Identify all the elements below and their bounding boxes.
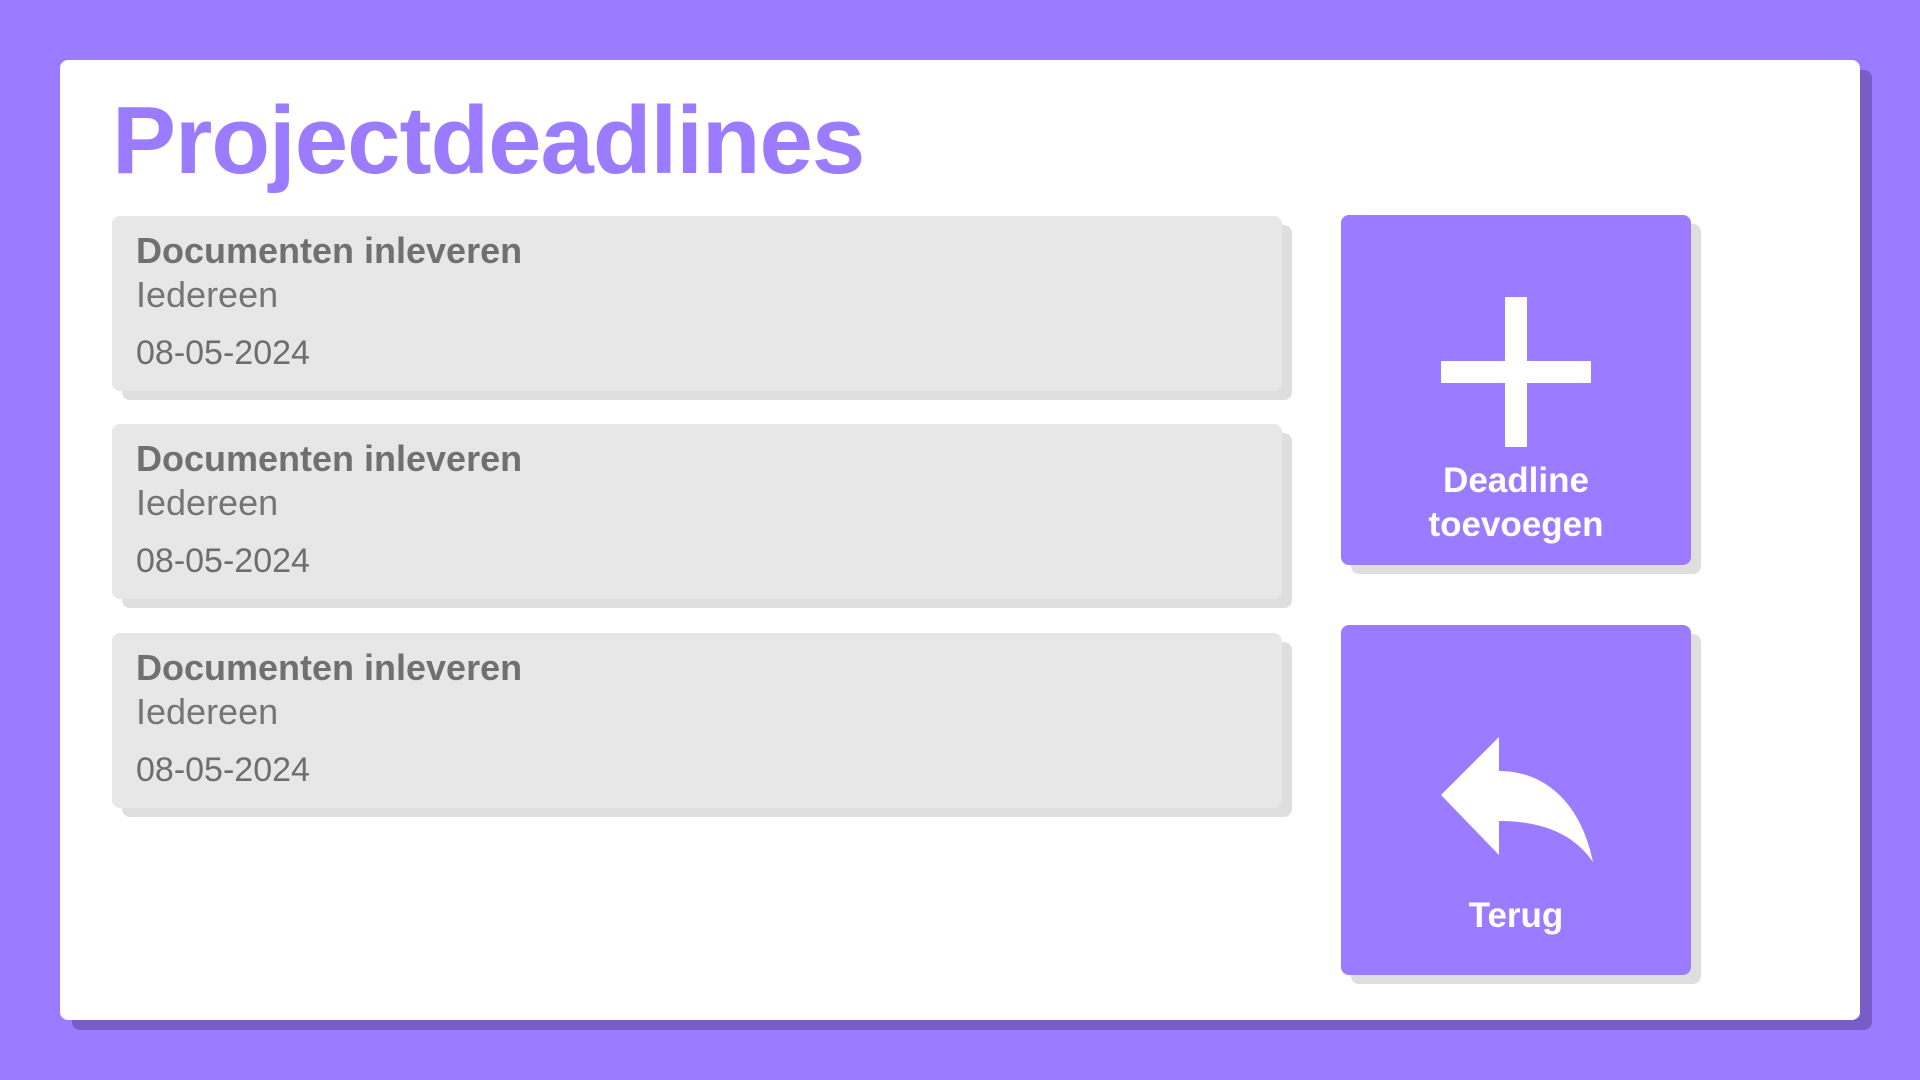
add-deadline-label: Deadline toevoegen <box>1341 459 1691 547</box>
deadline-date: 08-05-2024 <box>136 751 310 789</box>
deadline-card[interactable]: Documenten inleveren Iedereen 08-05-2024 <box>112 216 1282 391</box>
deadline-card[interactable]: Documenten inleveren Iedereen 08-05-2024 <box>112 633 1282 808</box>
add-deadline-label-text: Deadline toevoegen <box>1428 461 1604 544</box>
main-panel: Projectdeadlines Documenten inleveren Ie… <box>60 60 1860 1020</box>
deadline-card[interactable]: Documenten inleveren Iedereen 08-05-2024 <box>112 424 1282 599</box>
deadline-assignee: Iedereen <box>136 482 279 523</box>
back-label: Terug <box>1468 896 1564 935</box>
deadline-title: Documenten inleveren <box>136 647 523 688</box>
deadline-title: Documenten inleveren <box>136 230 523 271</box>
deadline-assignee: Iedereen <box>136 274 279 315</box>
add-deadline-button[interactable]: Deadline toevoegen <box>1341 215 1691 565</box>
plus-icon <box>1441 297 1591 447</box>
back-arrow-icon <box>1441 737 1593 862</box>
deadline-date: 08-05-2024 <box>136 334 310 372</box>
deadline-date: 08-05-2024 <box>136 542 310 580</box>
deadline-assignee: Iedereen <box>136 691 279 732</box>
back-button[interactable]: Terug <box>1341 625 1691 975</box>
deadline-title: Documenten inleveren <box>136 438 523 479</box>
page-title: Projectdeadlines <box>112 87 865 194</box>
